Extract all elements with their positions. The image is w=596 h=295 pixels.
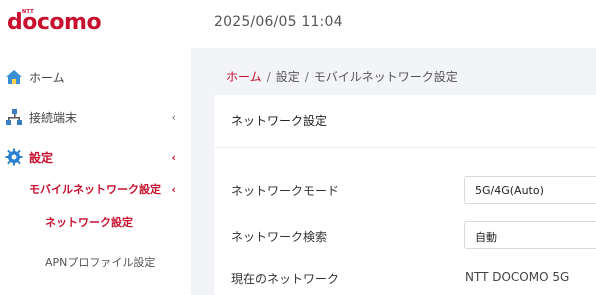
network-search-select[interactable]: 自動 (464, 221, 596, 249)
sidebar-item-home[interactable]: ホーム (0, 59, 191, 95)
network-settings-card: ネットワーク設定 ネットワークモード 5G/4G(Auto) ネットワーク検索 … (214, 95, 596, 295)
top-header: 2025/06/05 11:04 (191, 0, 596, 48)
chevron-left-icon: ‹ (171, 182, 176, 196)
breadcrumb: ホーム / 設定 / モバイルネットワーク設定 (226, 68, 458, 85)
current-network-label: 現在のネットワーク (231, 272, 340, 286)
network-devices-icon (6, 109, 22, 125)
sidebar-subitem-label: APNプロファイル設定 (45, 256, 156, 269)
breadcrumb-separator: / (266, 70, 271, 84)
sidebar-subitem-network-settings[interactable]: ネットワーク設定 (0, 207, 191, 237)
datetime-display: 2025/06/05 11:04 (214, 14, 343, 30)
logo-area: NTT docomo (0, 0, 191, 48)
card-title: ネットワーク設定 (231, 114, 328, 128)
network-mode-value: 5G/4G(Auto) (475, 184, 544, 197)
breadcrumb-separator: / (304, 70, 309, 84)
breadcrumb-settings[interactable]: 設定 (276, 70, 300, 84)
sidebar-item-connected-devices[interactable]: 接続端末 ‹ (0, 99, 191, 135)
chevron-left-icon: ‹ (171, 110, 176, 124)
breadcrumb-current: モバイルネットワーク設定 (313, 70, 458, 84)
sidebar-item-settings[interactable]: 設定 ‹ (0, 139, 191, 175)
docomo-logo[interactable]: docomo (7, 10, 102, 35)
chevron-left-icon: ‹ (171, 150, 176, 164)
sidebar-subitem-mobile-network[interactable]: モバイルネットワーク設定 ‹ (0, 174, 191, 204)
network-search-value: 自動 (475, 231, 497, 244)
breadcrumb-home-link[interactable]: ホーム (226, 70, 262, 84)
sidebar-item-label: 設定 (29, 150, 54, 165)
sidebar: NTT docomo ホーム 接続端末 ‹ 設定 ‹ モバイルネットワーク設定 … (0, 0, 191, 295)
home-icon (6, 70, 22, 84)
network-mode-select[interactable]: 5G/4G(Auto) (464, 176, 596, 204)
sidebar-item-label: 接続端末 (29, 110, 78, 125)
network-search-label: ネットワーク検索 (231, 230, 328, 244)
divider (214, 147, 596, 148)
sidebar-subitem-apn-profile[interactable]: APNプロファイル設定 (0, 247, 191, 277)
sidebar-subitem-label: モバイルネットワーク設定 (29, 183, 161, 196)
sidebar-subitem-label: ネットワーク設定 (45, 216, 133, 229)
current-network-value: NTT DOCOMO 5G (465, 270, 570, 284)
network-mode-label: ネットワークモード (231, 184, 340, 198)
gear-icon (5, 148, 23, 166)
sidebar-item-label: ホーム (29, 70, 65, 85)
